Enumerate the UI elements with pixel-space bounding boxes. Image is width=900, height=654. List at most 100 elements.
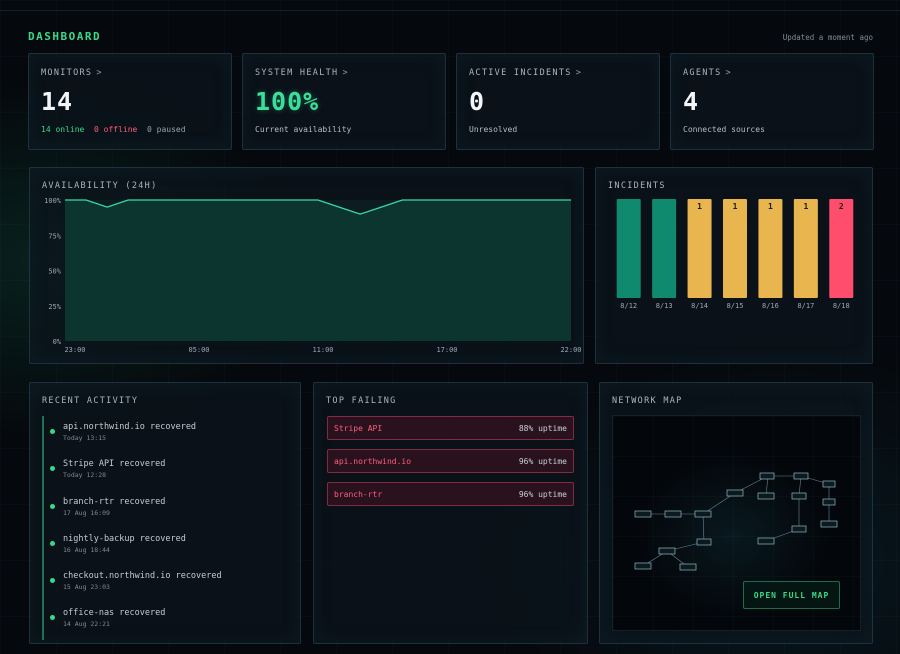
status-dot-icon	[50, 615, 55, 621]
failing-item[interactable]: branch-rtr 96% uptime	[327, 482, 574, 506]
recent-activity-title: RECENT ACTIVITY	[42, 396, 139, 406]
status-dot-icon	[50, 466, 55, 472]
network-map-canvas[interactable]: OPEN FULL MAP	[612, 415, 861, 631]
x-tick-label: 8/16	[762, 302, 779, 310]
failing-item[interactable]: api.northwind.io 96% uptime	[327, 449, 574, 473]
active-incidents-label: ACTIVE INCIDENTS >	[469, 68, 583, 78]
status-dot-icon	[50, 429, 55, 434]
x-tick-label: 8/13	[656, 302, 673, 310]
activity-item[interactable]: office-nas recovered 14 Aug 22:21	[42, 602, 290, 640]
activity-item[interactable]: branch-rtr recovered 17 Aug 16:09	[42, 490, 290, 528]
y-tick-label: 0%	[53, 338, 62, 346]
recent-activity-panel: RECENT ACTIVITY api.northwind.io recover…	[29, 382, 301, 644]
status-dot-icon	[50, 578, 55, 584]
availability-panel: AVAILABILITY (24H) 0% 25% 50% 75% 100% 23:00 0…	[29, 167, 584, 364]
monitors-card[interactable]: MONITORS > 14 14 online 0 offline 0 pause…	[28, 53, 232, 150]
incident-bar-label: 1	[803, 202, 808, 211]
system-health-value: 100%	[255, 87, 320, 116]
activity-name: api.northwind.io recovered	[63, 422, 197, 432]
x-tick-label: 8/14	[691, 302, 708, 310]
availability-chart: 0% 25% 50% 75% 100% 23:00 05:00 11:00 17:00 22:00	[44, 197, 581, 354]
activity-time: 16 Aug 18:44	[63, 545, 110, 554]
activity-item[interactable]: Stripe API recovered Today 12:28	[42, 453, 290, 491]
failing-item[interactable]: Stripe API 88% uptime	[327, 416, 574, 440]
y-tick-label: 50%	[48, 268, 61, 276]
status-dot-icon	[50, 540, 55, 546]
incident-bar	[758, 199, 783, 298]
top-divider	[0, 10, 900, 11]
x-tick-label: 11:00	[312, 346, 333, 354]
agents-count: 4	[683, 87, 700, 116]
monitors-label: MONITORS >	[41, 68, 103, 78]
agents-card[interactable]: AGENTS > 4 Connected sources	[670, 53, 874, 150]
availability-area	[65, 200, 571, 341]
failing-uptime: 96% uptime	[518, 489, 567, 499]
x-tick-label: 8/18	[833, 302, 850, 310]
status-dot-icon	[50, 503, 55, 509]
activity-time: 15 Aug 23:03	[63, 583, 110, 592]
open-full-map-button[interactable]: OPEN FULL MAP	[743, 581, 840, 609]
activity-name: checkout.northwind.io recovered	[63, 571, 222, 582]
agents-label: AGENTS >	[683, 68, 732, 78]
top-failing-panel: TOP FAILING Stripe API 88% uptime api.nor…	[313, 382, 588, 644]
offline-count: 0 offline	[94, 125, 138, 134]
system-health-card[interactable]: SYSTEM HEALTH > 100% Current availability	[242, 53, 446, 150]
incident-bar-label: 2	[839, 202, 844, 211]
failing-uptime: 88% uptime	[518, 423, 567, 433]
chevron-right-icon: >	[575, 68, 583, 78]
incident-bar	[829, 199, 854, 298]
activity-name: Stripe API recovered	[63, 459, 166, 470]
chevron-right-icon: >	[725, 68, 732, 78]
incident-bar	[616, 199, 641, 298]
incidents-chart: 8/12 8/13 1 8/14 1 8/15 1 8/16 1 8/17 2 8/18	[616, 199, 854, 310]
network-map-panel: NETWORK MAP OPEN FULL MAP	[599, 382, 873, 644]
activity-name: office-nas recovered	[63, 608, 166, 619]
activity-time: Today 13:15	[63, 434, 107, 442]
online-count: 14 online	[41, 125, 85, 134]
y-tick-label: 100%	[44, 197, 62, 205]
agents-sub: Connected sources	[683, 125, 765, 134]
paused-count: 0 paused	[147, 125, 186, 134]
x-tick-label: 22:00	[560, 346, 581, 354]
incident-bar	[723, 199, 747, 298]
incident-bar	[687, 199, 712, 298]
failing-uptime: 96% uptime	[518, 456, 567, 466]
failing-name: api.northwind.io	[334, 456, 412, 466]
incident-bar-label: 1	[697, 202, 702, 211]
x-tick-label: 23:00	[64, 346, 85, 354]
failing-list: Stripe API 88% uptime api.northwind.io 96%…	[327, 416, 574, 515]
activity-name: branch-rtr recovered	[63, 496, 166, 507]
failing-name: branch-rtr	[334, 489, 383, 499]
x-tick-label: 17:00	[436, 346, 457, 354]
active-incidents-card[interactable]: ACTIVE INCIDENTS > 0 Unresolved	[456, 53, 660, 150]
incidents-panel: INCIDENTS 8/12 8/13 1 8/14 1 8/15 1 8/16 1 8/17 2 8…	[595, 167, 873, 364]
activity-item[interactable]: nightly-backup recovered 16 Aug 18:44	[42, 527, 290, 566]
y-tick-label: 75%	[48, 232, 61, 240]
active-incidents-count: 0	[469, 87, 486, 116]
failing-name: Stripe API	[334, 423, 383, 433]
x-tick-label: 8/17	[797, 302, 814, 310]
top-failing-title: TOP FAILING	[326, 396, 397, 406]
monitors-count: 14	[41, 87, 74, 116]
incident-bar	[652, 199, 677, 298]
activity-list: api.northwind.io recovered Today 13:15 St…	[42, 416, 290, 640]
activity-time: Today 12:28	[63, 471, 107, 480]
page-title: DASHBOARD	[28, 30, 102, 43]
updated-timestamp: Updated a moment ago	[782, 33, 873, 42]
monitors-breakdown: 14 online 0 offline 0 paused	[41, 125, 219, 134]
y-tick-label: 25%	[48, 303, 61, 311]
activity-item[interactable]: checkout.northwind.io recovered 15 Aug 23…	[42, 565, 290, 603]
chevron-right-icon: >	[96, 68, 103, 78]
activity-time: 17 Aug 16:09	[63, 508, 110, 517]
incident-bar-label: 1	[768, 202, 773, 211]
system-health-sub: Current availability	[255, 125, 352, 134]
activity-time: 14 Aug 22:21	[63, 620, 110, 629]
x-tick-label: 8/15	[727, 302, 744, 310]
network-map-title: NETWORK MAP	[612, 396, 683, 406]
x-tick-label: 05:00	[188, 346, 209, 354]
incident-bar-label: 1	[733, 202, 738, 211]
x-tick-label: 8/12	[620, 302, 637, 310]
system-health-label: SYSTEM HEALTH >	[255, 68, 349, 78]
activity-item[interactable]: api.northwind.io recovered Today 13:15	[42, 416, 290, 454]
incident-bar	[793, 199, 818, 298]
